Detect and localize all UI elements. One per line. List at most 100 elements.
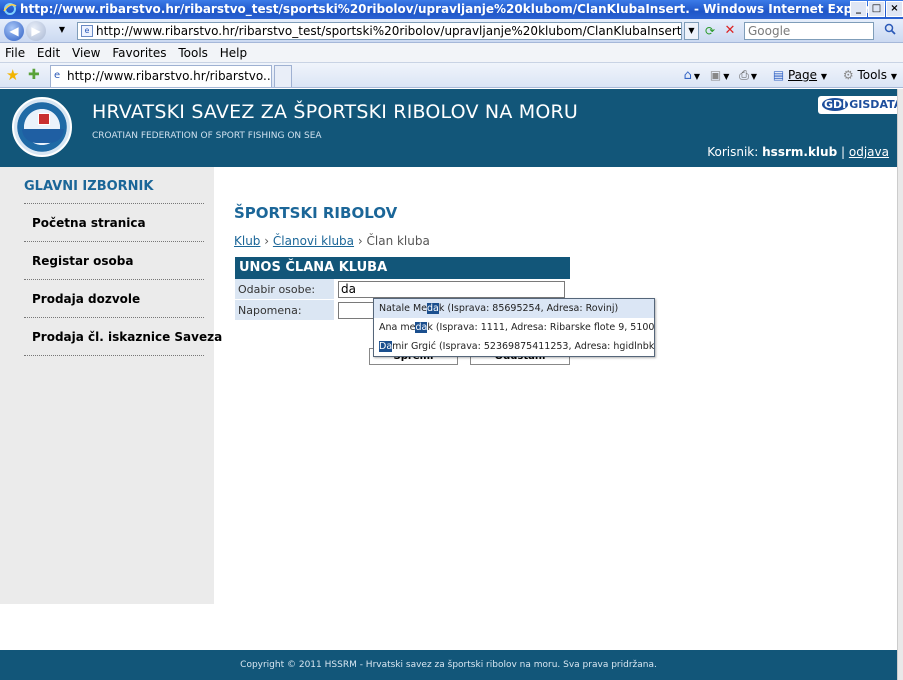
vertical-scrollbar[interactable] xyxy=(897,89,903,680)
home-dropdown[interactable]: ▼ xyxy=(694,72,700,81)
ac-match: Da xyxy=(379,341,393,352)
tools-menu-label: Tools xyxy=(857,68,888,82)
user-label: Korisnik: xyxy=(707,145,759,159)
refresh-icon[interactable]: ⟳ xyxy=(701,22,719,40)
menu-help[interactable]: Help xyxy=(217,43,250,63)
address-bar[interactable]: e http://www.ribarstvo.hr/ribarstvo_test… xyxy=(77,22,682,40)
ac-match: da xyxy=(415,322,428,333)
tools-menu-chevron-icon: ▼ xyxy=(890,72,897,81)
autocomplete-list: Natale Medak (Isprava: 85695254, Adresa:… xyxy=(373,298,655,357)
federation-logo xyxy=(12,97,72,157)
page-menu-chevron-icon: ▼ xyxy=(820,72,828,81)
print-icon[interactable]: ⎙ xyxy=(739,68,749,82)
breadcrumb-klub[interactable]: Klub xyxy=(234,234,260,248)
menu-view[interactable]: View xyxy=(69,43,103,63)
menu-tools[interactable]: Tools xyxy=(175,43,211,63)
window-controls: _ □ × xyxy=(850,1,903,17)
autocomplete-item[interactable]: Natale Medak (Isprava: 85695254, Adresa:… xyxy=(374,299,654,318)
site-subtitle: CROATIAN FEDERATION OF SPORT FISHING ON … xyxy=(92,131,322,141)
address-toolbar: ◀ ▶ ▼ e http://www.ribarstvo.hr/ribarstv… xyxy=(0,19,903,43)
forward-arrow-icon: ▶ xyxy=(31,24,41,38)
command-bar: ⌂ ▼ ▣ ▼ ⎙ ▼ ▤ Page ▼ ⚙ Tools ▼ xyxy=(678,66,897,86)
tab-page-icon: e xyxy=(54,70,61,81)
breadcrumb-separator: › xyxy=(357,234,363,248)
sidebar: GLAVNI IZBORNIK Početna stranica Regista… xyxy=(0,167,222,604)
site-title: HRVATSKI SAVEZ ZA ŠPORTSKI RIBOLOV NA MO… xyxy=(92,101,579,123)
page-icon: e xyxy=(81,25,93,37)
forward-button[interactable]: ▶ xyxy=(26,21,46,41)
window-title: http://www.ribarstvo.hr/ribarstvo_test/s… xyxy=(20,2,885,16)
napomena-input[interactable] xyxy=(338,302,378,319)
gisdata-logo: GDI GISDATA xyxy=(818,96,897,114)
breadcrumb-clanovi-kluba[interactable]: Članovi kluba xyxy=(273,234,354,248)
history-dropdown[interactable]: ▼ xyxy=(55,22,69,40)
page-menu[interactable]: ▤ Page ▼ xyxy=(767,68,827,82)
maximize-button[interactable]: □ xyxy=(868,1,885,17)
breadcrumb-current: Član kluba xyxy=(366,234,430,248)
breadcrumb-separator: › xyxy=(264,234,270,248)
back-button[interactable]: ◀ xyxy=(4,21,24,41)
stop-icon[interactable]: ✕ xyxy=(721,22,739,40)
tools-menu[interactable]: ⚙ Tools ▼ xyxy=(837,68,897,82)
browser-tab[interactable]: e http://www.ribarstvo.hr/ribarstvo... xyxy=(50,65,272,87)
tab-title: http://www.ribarstvo.hr/ribarstvo... xyxy=(67,69,272,83)
logout-link[interactable]: odjava xyxy=(849,145,889,159)
favorites-star-icon[interactable]: ★ xyxy=(6,66,19,84)
site-header: HRVATSKI SAVEZ ZA ŠPORTSKI RIBOLOV NA MO… xyxy=(0,89,897,167)
ac-text-post: k (Isprava: 1111, Adresa: Ribarske flote… xyxy=(427,322,654,333)
ac-text-post: k (Isprava: 85695254, Adresa: Rovinj) xyxy=(438,303,619,314)
close-button[interactable]: × xyxy=(886,1,903,17)
address-text: http://www.ribarstvo.hr/ribarstvo_test/s… xyxy=(96,24,682,38)
sidebar-item-prodaja-dozvole[interactable]: Prodaja dozvole xyxy=(24,280,204,318)
page-menu-icon: ▤ xyxy=(772,68,785,82)
autocomplete-item[interactable]: Ana medak (Isprava: 1111, Adresa: Ribars… xyxy=(374,318,654,337)
ac-text-pre: Natale Me xyxy=(379,303,428,314)
sidebar-item-pocetna[interactable]: Početna stranica xyxy=(24,204,204,242)
add-favorite-icon[interactable]: ✚ xyxy=(28,66,40,84)
ie-icon xyxy=(3,2,17,16)
ac-text-post: mir Grgić (Isprava: 52369875411253, Adre… xyxy=(392,341,654,352)
user-name: hssrm.klub xyxy=(762,145,838,159)
window-titlebar: http://www.ribarstvo.hr/ribarstvo_test/s… xyxy=(0,0,903,19)
back-arrow-icon: ◀ xyxy=(9,24,19,38)
user-info: Korisnik: hssrm.klub | odjava xyxy=(707,145,889,159)
user-separator: | xyxy=(841,145,846,159)
sidebar-item-registar-osoba[interactable]: Registar osoba xyxy=(24,242,204,280)
page-viewport: HRVATSKI SAVEZ ZA ŠPORTSKI RIBOLOV NA MO… xyxy=(0,89,897,680)
gisdata-text: GISDATA xyxy=(849,98,897,111)
form-row-osoba: Odabir osobe: da xyxy=(235,279,570,300)
menu-file[interactable]: File xyxy=(2,43,28,63)
wave-icon xyxy=(22,129,64,143)
osoba-label: Odabir osobe: xyxy=(235,279,334,299)
menu-edit[interactable]: Edit xyxy=(34,43,63,63)
tab-row: ★ ✚ e http://www.ribarstvo.hr/ribarstvo.… xyxy=(0,63,903,88)
page-title: ŠPORTSKI RIBOLOV xyxy=(234,204,398,222)
home-icon[interactable]: ⌂ xyxy=(684,68,692,83)
sidebar-menu: Početna stranica Registar osoba Prodaja … xyxy=(24,203,222,356)
tools-gear-icon: ⚙ xyxy=(842,68,854,82)
feeds-dropdown[interactable]: ▼ xyxy=(723,72,729,81)
napomena-label: Napomena: xyxy=(235,300,334,320)
new-tab-button[interactable] xyxy=(274,65,292,87)
search-input[interactable]: Google xyxy=(744,22,874,40)
osoba-field-cell: da xyxy=(334,279,570,299)
feeds-icon[interactable]: ▣ xyxy=(710,68,721,82)
sidebar-title: GLAVNI IZBORNIK xyxy=(24,179,154,194)
gdi-mark: GDI xyxy=(822,98,849,111)
osoba-input[interactable]: da xyxy=(338,281,565,298)
page-menu-label: Page xyxy=(787,68,818,82)
menu-favorites[interactable]: Favorites xyxy=(109,43,169,63)
ac-text-pre: Ana me xyxy=(379,322,416,333)
minimize-button[interactable]: _ xyxy=(850,1,867,17)
breadcrumb: Klub › Članovi kluba › Član kluba xyxy=(234,234,430,248)
sidebar-item-prodaja-iskaznice[interactable]: Prodaja čl. iskaznice Saveza xyxy=(24,318,222,356)
site-footer: Copyright © 2011 HSSRM - Hrvatski savez … xyxy=(0,650,897,680)
ac-match: da xyxy=(427,303,439,314)
menu-bar: File Edit View Favorites Tools Help xyxy=(0,43,903,63)
form-title: UNOS ČLANA KLUBA xyxy=(235,257,570,279)
autocomplete-item[interactable]: Damir Grgić (Isprava: 52369875411253, Ad… xyxy=(374,337,654,356)
print-dropdown[interactable]: ▼ xyxy=(751,72,757,81)
address-dropdown[interactable]: ▼ xyxy=(684,22,699,40)
search-icon[interactable] xyxy=(880,22,900,40)
main-content: ŠPORTSKI RIBOLOV Klub › Članovi kluba › … xyxy=(234,204,430,248)
